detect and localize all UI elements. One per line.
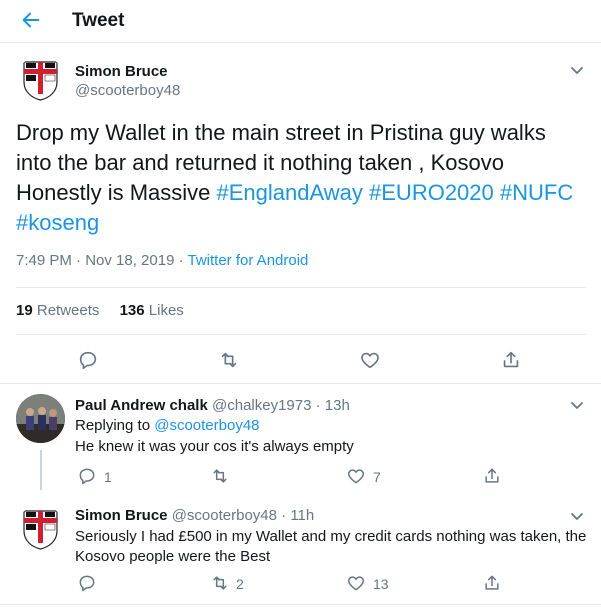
share-icon[interactable] bbox=[482, 573, 502, 593]
retweets-stat[interactable]: 19 Retweets bbox=[16, 302, 99, 319]
reply-header: Simon Bruce @scooterboy48 · 11h bbox=[75, 507, 314, 524]
reply-author-name[interactable]: Simon Bruce bbox=[75, 507, 168, 524]
retweet-icon[interactable] bbox=[218, 349, 240, 371]
hashtag-englandaway[interactable]: #EnglandAway bbox=[217, 180, 363, 205]
tweet-timestamp[interactable]: 7:49 PM · Nov 18, 2019 bbox=[16, 252, 174, 269]
reply-header: Paul Andrew chalk @chalkey1973 · 13h bbox=[75, 397, 350, 414]
reply-author-handle[interactable]: @chalkey1973 bbox=[212, 397, 311, 414]
south-shields-badge-icon bbox=[16, 505, 65, 554]
retweet-icon[interactable] bbox=[210, 573, 230, 593]
back-arrow-icon[interactable] bbox=[20, 9, 42, 31]
meta-separator: · bbox=[174, 252, 188, 269]
chevron-down-icon[interactable] bbox=[570, 66, 584, 76]
divider bbox=[16, 287, 586, 288]
avatar[interactable] bbox=[16, 56, 65, 105]
retweets-count: 19 bbox=[16, 302, 33, 319]
top-bar: Tweet bbox=[0, 0, 601, 43]
group-photo-icon bbox=[16, 394, 65, 443]
avatar[interactable] bbox=[16, 505, 65, 554]
replying-to-handle[interactable]: @scooterboy48 bbox=[154, 417, 259, 434]
divider bbox=[0, 383, 601, 384]
reply-count: 1 bbox=[104, 469, 112, 485]
tweet-meta: 7:49 PM · Nov 18, 2019 · Twitter for And… bbox=[16, 252, 308, 269]
share-icon[interactable] bbox=[500, 349, 522, 371]
retweet-count: 2 bbox=[236, 576, 244, 592]
retweet-icon[interactable] bbox=[210, 466, 230, 486]
tweet-text: Drop my Wallet in the main street in Pri… bbox=[16, 118, 586, 238]
hashtag-nufc[interactable]: #NUFC bbox=[500, 180, 573, 205]
reply-author-name[interactable]: Paul Andrew chalk bbox=[75, 397, 208, 414]
avatar[interactable] bbox=[16, 394, 65, 443]
like-count: 7 bbox=[373, 469, 381, 485]
page-title: Tweet bbox=[72, 10, 125, 31]
like-icon[interactable] bbox=[346, 573, 366, 593]
reply-icon[interactable] bbox=[77, 573, 97, 593]
like-icon[interactable] bbox=[359, 349, 381, 371]
chevron-down-icon[interactable] bbox=[570, 401, 584, 411]
likes-count: 136 bbox=[119, 302, 145, 319]
reply-text: He knew it was your cos it's always empt… bbox=[75, 438, 354, 455]
likes-label: Likes bbox=[148, 302, 184, 319]
tweet-source-link[interactable]: Twitter for Android bbox=[188, 252, 309, 269]
likes-stat[interactable]: 136 Likes bbox=[120, 302, 184, 319]
reply-text-line-2: Kosovo people were the Best bbox=[75, 548, 271, 565]
hashtag-koseng[interactable]: #koseng bbox=[16, 210, 99, 235]
south-shields-badge-icon bbox=[16, 56, 65, 105]
share-icon[interactable] bbox=[482, 466, 502, 486]
author-handle[interactable]: @scooterboy48 bbox=[75, 82, 180, 99]
reply-time[interactable]: · 13h bbox=[311, 397, 350, 414]
reply-author-handle[interactable]: @scooterboy48 bbox=[172, 507, 277, 524]
divider bbox=[16, 334, 586, 335]
like-icon[interactable] bbox=[346, 466, 366, 486]
replying-to-label: Replying to bbox=[75, 417, 155, 434]
replying-to: Replying to @scooterboy48 bbox=[75, 416, 260, 436]
reply-time[interactable]: · 11h bbox=[277, 507, 314, 524]
chevron-down-icon[interactable] bbox=[570, 512, 584, 522]
reply-icon[interactable] bbox=[77, 466, 97, 486]
retweets-label: Retweets bbox=[36, 302, 100, 319]
hashtag-euro2020[interactable]: #EURO2020 bbox=[369, 180, 494, 205]
author-name[interactable]: Simon Bruce bbox=[75, 63, 168, 80]
divider bbox=[0, 604, 601, 605]
thread-line bbox=[40, 450, 42, 490]
reply-icon[interactable] bbox=[77, 349, 99, 371]
engagement-stats: 19 Retweets 136 Likes bbox=[16, 302, 184, 319]
reply-text-line-1: Seriously I had £500 in my Wallet and my… bbox=[75, 528, 587, 545]
like-count: 13 bbox=[373, 576, 389, 592]
